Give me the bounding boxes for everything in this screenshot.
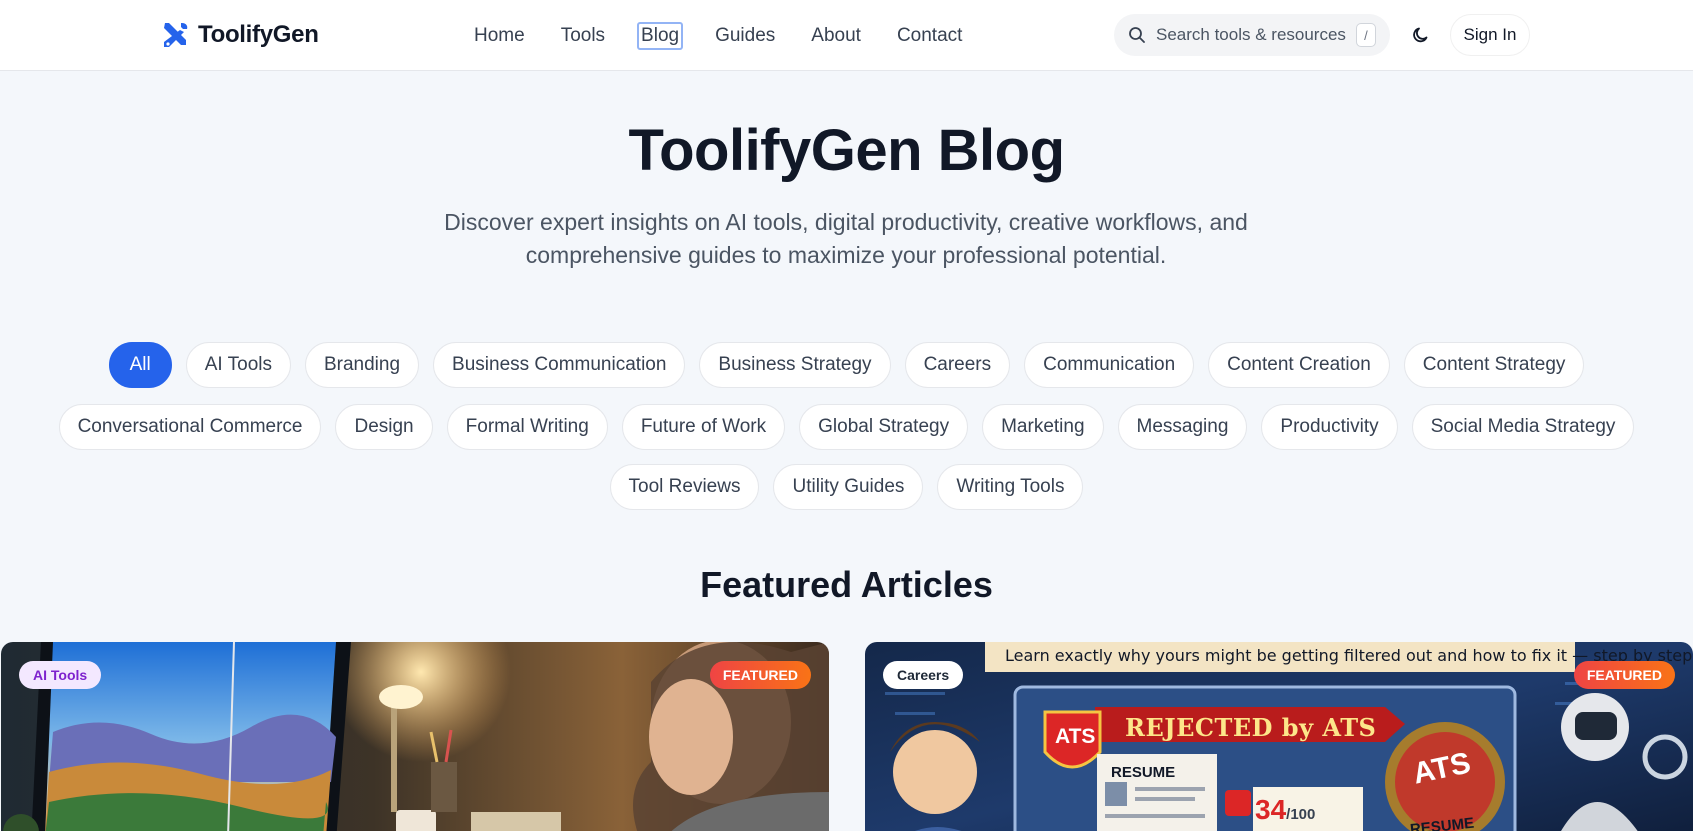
featured-card-1[interactable]: AI Tools FEATURED: [1, 642, 829, 831]
logo[interactable]: ToolifyGen: [160, 20, 319, 50]
category-chip-messaging[interactable]: Messaging: [1117, 404, 1248, 450]
moon-icon: [1413, 27, 1428, 43]
page-subtitle: Discover expert insights on AI tools, di…: [444, 209, 1248, 268]
search-bar[interactable]: Search tools & resources /: [1114, 14, 1390, 56]
search-placeholder: Search tools & resources: [1156, 25, 1346, 44]
featured-card-2[interactable]: Learn exactly why yours might be getting…: [865, 642, 1693, 831]
category-chip-formal-writing[interactable]: Formal Writing: [446, 404, 608, 450]
image-resume-label: RESUME: [1111, 764, 1176, 781]
featured-badge: FEATURED: [709, 661, 811, 689]
featured-heading: Featured Articles: [700, 564, 993, 605]
category-chip-tool-reviews[interactable]: Tool Reviews: [609, 464, 760, 510]
category-chip-social-media-strategy[interactable]: Social Media Strategy: [1411, 404, 1635, 450]
theme-toggle-button[interactable]: [1404, 18, 1438, 52]
nav-guides[interactable]: Guides: [711, 23, 779, 49]
category-chip-branding[interactable]: Branding: [304, 342, 420, 388]
page-title: ToolifyGen Blog: [628, 118, 1065, 183]
category-chip-careers[interactable]: Careers: [904, 342, 1011, 388]
image-headline-text: REJECTED by ATS: [1125, 713, 1377, 742]
category-chip-design[interactable]: Design: [335, 404, 433, 450]
logo-tools-icon: [164, 23, 188, 47]
category-chip-content-strategy[interactable]: Content Strategy: [1403, 342, 1585, 388]
category-chip-communication[interactable]: Communication: [1024, 342, 1195, 388]
category-chip-content-creation[interactable]: Content Creation: [1208, 342, 1390, 388]
featured-image-1: [1, 642, 829, 831]
category-chip-all[interactable]: All: [108, 342, 172, 388]
category-filter-row-1: All AI Tools Branding Business Communica…: [0, 342, 1693, 388]
card-category-tag[interactable]: Careers: [883, 661, 964, 689]
main-nav: Home Tools Blog Guides About Contact: [470, 22, 994, 50]
nav-about[interactable]: About: [807, 23, 865, 49]
category-chip-business-communication[interactable]: Business Communication: [433, 342, 686, 388]
brand-name: ToolifyGen: [198, 21, 319, 48]
featured-badge: FEATURED: [1573, 661, 1675, 689]
card-category-tag[interactable]: AI Tools: [19, 661, 102, 689]
nav-contact[interactable]: Contact: [893, 23, 966, 49]
category-chip-utility-guides[interactable]: Utility Guides: [773, 464, 924, 510]
category-chip-ai-tools[interactable]: AI Tools: [185, 342, 291, 388]
nav-home[interactable]: Home: [470, 23, 529, 49]
image-score-text: 34/100: [1255, 794, 1316, 825]
category-filter-row-2: Conversational Commerce Design Formal Wr…: [0, 404, 1693, 450]
search-shortcut-key: /: [1355, 23, 1376, 47]
category-filter-row-3: Tool Reviews Utility Guides Writing Tool…: [0, 464, 1693, 510]
category-chip-future-of-work[interactable]: Future of Work: [621, 404, 786, 450]
category-chip-marketing[interactable]: Marketing: [982, 404, 1104, 450]
nav-tools[interactable]: Tools: [557, 23, 609, 49]
category-chip-global-strategy[interactable]: Global Strategy: [799, 404, 969, 450]
image-shield-text: ATS: [1055, 725, 1096, 748]
search-icon: [1129, 27, 1145, 43]
nav-blog[interactable]: Blog: [637, 22, 684, 50]
category-chip-business-strategy[interactable]: Business Strategy: [699, 342, 891, 388]
category-chip-conversational-commerce[interactable]: Conversational Commerce: [58, 404, 322, 450]
sign-in-button[interactable]: Sign In: [1450, 14, 1530, 56]
category-chip-productivity[interactable]: Productivity: [1261, 404, 1398, 450]
site-header: ToolifyGen Home Tools Blog Guides About …: [0, 0, 1693, 71]
category-chip-writing-tools[interactable]: Writing Tools: [937, 464, 1084, 510]
